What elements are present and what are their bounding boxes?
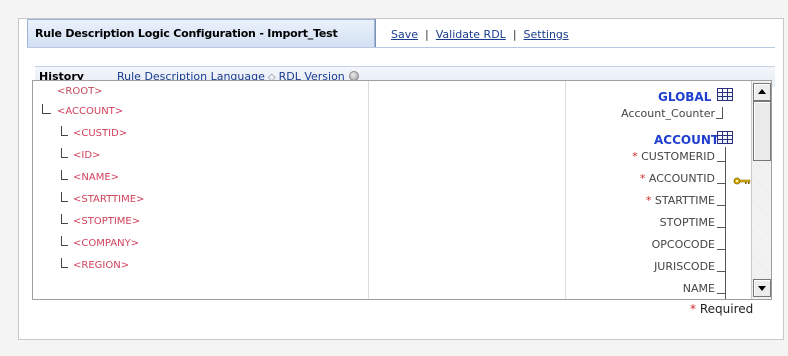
tree-node-child[interactable]: <ID> xyxy=(73,150,100,161)
required-legend: * Required xyxy=(690,302,753,316)
field-connector xyxy=(717,205,725,206)
arrow-up-icon xyxy=(758,89,766,94)
tree-connector xyxy=(61,148,68,158)
required-marker: * xyxy=(645,194,652,207)
field-connector xyxy=(717,271,725,272)
field-name: CUSTOMERID xyxy=(641,150,715,163)
field-connector xyxy=(717,161,725,162)
field-connector xyxy=(717,293,725,294)
title-bar: Rule Description Logic Configuration - I… xyxy=(19,19,783,49)
separator: | xyxy=(425,28,429,41)
required-label: Required xyxy=(699,302,754,316)
title-tab: Rule Description Logic Configuration - I… xyxy=(27,19,375,48)
vertical-scrollbar[interactable] xyxy=(751,81,771,299)
tree-connector xyxy=(42,104,51,114)
field-connector xyxy=(717,227,725,228)
entity-account-title: ACCOUNT xyxy=(654,133,720,147)
schema-column: GLOBAL Account_Counter ACCOUNT * CUSTOME… xyxy=(566,81,751,299)
tree-node-account[interactable]: <ACCOUNT> xyxy=(57,106,123,117)
tree-connector xyxy=(61,126,68,136)
schema-field[interactable]: OPCOCODE xyxy=(652,238,715,251)
tree-connector xyxy=(61,192,68,202)
scroll-down-button[interactable] xyxy=(753,279,771,297)
required-marker: * xyxy=(639,172,646,185)
xml-tree-column: <ROOT> <ACCOUNT> <CUSTID> <ID> <NAME> <S… xyxy=(33,81,369,299)
table-icon[interactable] xyxy=(717,88,733,101)
scroll-up-button[interactable] xyxy=(753,83,771,101)
scroll-thumb[interactable] xyxy=(753,101,771,161)
page-title: Rule Description Logic Configuration - I… xyxy=(35,27,338,40)
entity-global-title: GLOBAL xyxy=(658,90,712,104)
tree-node-child[interactable]: <REGION> xyxy=(73,260,129,271)
table-icon[interactable] xyxy=(717,131,733,144)
rdl-editor: <ROOT> <ACCOUNT> <CUSTID> <ID> <NAME> <S… xyxy=(32,80,772,300)
tree-connector xyxy=(61,214,68,224)
schema-field-required[interactable]: * ACCOUNTID xyxy=(640,172,715,185)
separator: | xyxy=(512,28,517,41)
tree-node-child[interactable]: <COMPANY> xyxy=(73,238,139,249)
arrow-down-icon xyxy=(758,286,766,291)
field-connector xyxy=(717,183,725,184)
field-connector xyxy=(722,107,723,119)
tree-node-child[interactable]: <STOPTIME> xyxy=(73,216,140,227)
settings-link[interactable]: Settings xyxy=(524,28,569,41)
validate-rdl-link[interactable]: Validate RDL xyxy=(436,28,506,41)
tree-node-root[interactable]: <ROOT> xyxy=(57,86,103,97)
field-connector xyxy=(717,249,725,250)
title-underline xyxy=(27,47,775,48)
tree-connector xyxy=(61,258,68,268)
tree-connector xyxy=(61,236,68,246)
field-connector xyxy=(725,147,726,299)
schema-field[interactable]: STOPTIME xyxy=(660,216,715,229)
mapping-column xyxy=(369,81,566,299)
field-name: ACCOUNTID xyxy=(648,172,715,185)
schema-field[interactable]: NAME xyxy=(683,282,715,295)
tree-connector xyxy=(61,170,68,180)
required-marker: * xyxy=(690,302,696,316)
schema-field[interactable]: Account_Counter xyxy=(621,107,715,120)
key-icon xyxy=(733,177,751,185)
tree-node-child[interactable]: <CUSTID> xyxy=(73,128,127,139)
action-links: Save | Validate RDL | Settings xyxy=(391,28,569,41)
field-name: STARTTIME xyxy=(654,194,715,207)
schema-field[interactable]: JURISCODE xyxy=(654,260,715,273)
schema-field-required[interactable]: * CUSTOMERID xyxy=(632,150,715,163)
schema-field-required[interactable]: * STARTTIME xyxy=(646,194,715,207)
save-link[interactable]: Save xyxy=(391,28,418,41)
tree-node-child[interactable]: <STARTTIME> xyxy=(73,194,144,205)
tree-node-child[interactable]: <NAME> xyxy=(73,172,119,183)
required-marker: * xyxy=(632,150,638,163)
